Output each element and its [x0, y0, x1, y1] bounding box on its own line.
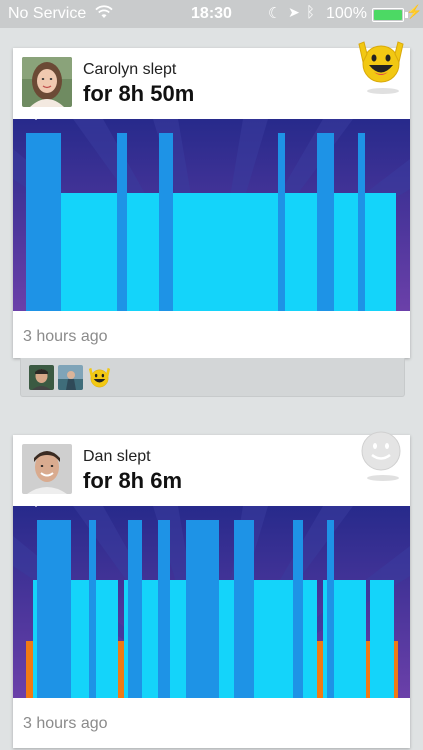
graph-pointer	[27, 499, 45, 507]
deep-sleep-bar	[26, 133, 61, 311]
awake-bar	[366, 641, 370, 698]
friend-avatar[interactable]	[58, 365, 83, 390]
light-sleep-bar	[170, 580, 186, 698]
excited-smiley-icon[interactable]	[357, 36, 405, 98]
deep-sleep-bar	[234, 520, 254, 698]
slept-label: Carolyn slept	[83, 61, 177, 78]
deep-sleep-bar	[317, 133, 334, 311]
awake-bar	[394, 641, 398, 698]
status-bar: No Service 18:30 ☾ ➤ ᛒ 100% ⚡	[0, 0, 423, 28]
light-sleep-bar	[142, 580, 158, 698]
charging-icon: ⚡	[406, 4, 423, 19]
light-sleep-bar	[219, 580, 234, 698]
awake-bar	[317, 641, 323, 698]
awake-bar	[118, 641, 124, 698]
battery-icon	[372, 8, 408, 22]
deep-sleep-bar	[89, 520, 96, 698]
light-sleep-bar	[173, 193, 278, 311]
light-sleep-bar	[96, 580, 118, 698]
avatar[interactable]	[22, 444, 72, 494]
excited-smiley-icon[interactable]	[87, 365, 112, 390]
light-sleep-bar	[61, 193, 117, 311]
light-sleep-bar	[285, 193, 317, 311]
awake-bar	[26, 641, 33, 698]
light-sleep-bar	[254, 580, 293, 698]
light-sleep-bar	[334, 193, 358, 311]
timestamp: 3 hours ago	[23, 715, 108, 732]
deep-sleep-bar	[37, 520, 71, 698]
light-sleep-bar	[370, 580, 394, 698]
light-sleep-bar	[33, 580, 37, 698]
timestamp: 3 hours ago	[23, 328, 108, 345]
sleep-card-carolyn[interactable]: Carolyn slept for 8h 50m 3 hours ago	[13, 41, 410, 358]
deep-sleep-bar	[293, 520, 303, 698]
sleep-graph[interactable]	[13, 506, 410, 698]
deep-sleep-bar	[186, 520, 219, 698]
light-sleep-bar	[124, 580, 128, 698]
deep-sleep-bar	[358, 133, 365, 311]
light-sleep-bar	[127, 193, 159, 311]
light-sleep-bar	[71, 580, 89, 698]
light-sleep-bar	[303, 580, 317, 698]
light-sleep-bar	[334, 580, 366, 698]
bluetooth-icon: ᛒ	[306, 4, 316, 21]
sleep-duration: for 8h 50m	[83, 81, 195, 106]
sleep-graph[interactable]	[13, 119, 410, 311]
deep-sleep-bar	[117, 133, 127, 311]
slept-label: Dan slept	[83, 448, 151, 465]
neutral-smiley-icon[interactable]	[357, 423, 405, 485]
deep-sleep-bar	[128, 520, 142, 698]
sleep-card-dan[interactable]: Dan slept for 8h 6m 3 hours ago	[13, 431, 410, 748]
do-not-disturb-icon: ☾	[268, 5, 282, 22]
sleep-duration: for 8h 6m	[83, 468, 183, 493]
light-sleep-bar	[323, 580, 327, 698]
light-sleep-bar	[365, 193, 396, 311]
deep-sleep-bar	[278, 133, 285, 311]
battery-percentage: 100%	[326, 5, 367, 22]
deep-sleep-bar	[327, 520, 334, 698]
avatar[interactable]	[22, 57, 72, 107]
deep-sleep-bar	[158, 520, 170, 698]
graph-pointer	[27, 112, 45, 120]
location-icon: ➤	[288, 4, 300, 20]
friend-avatar[interactable]	[29, 365, 54, 390]
deep-sleep-bar	[159, 133, 173, 311]
reactions-bar	[20, 358, 405, 397]
